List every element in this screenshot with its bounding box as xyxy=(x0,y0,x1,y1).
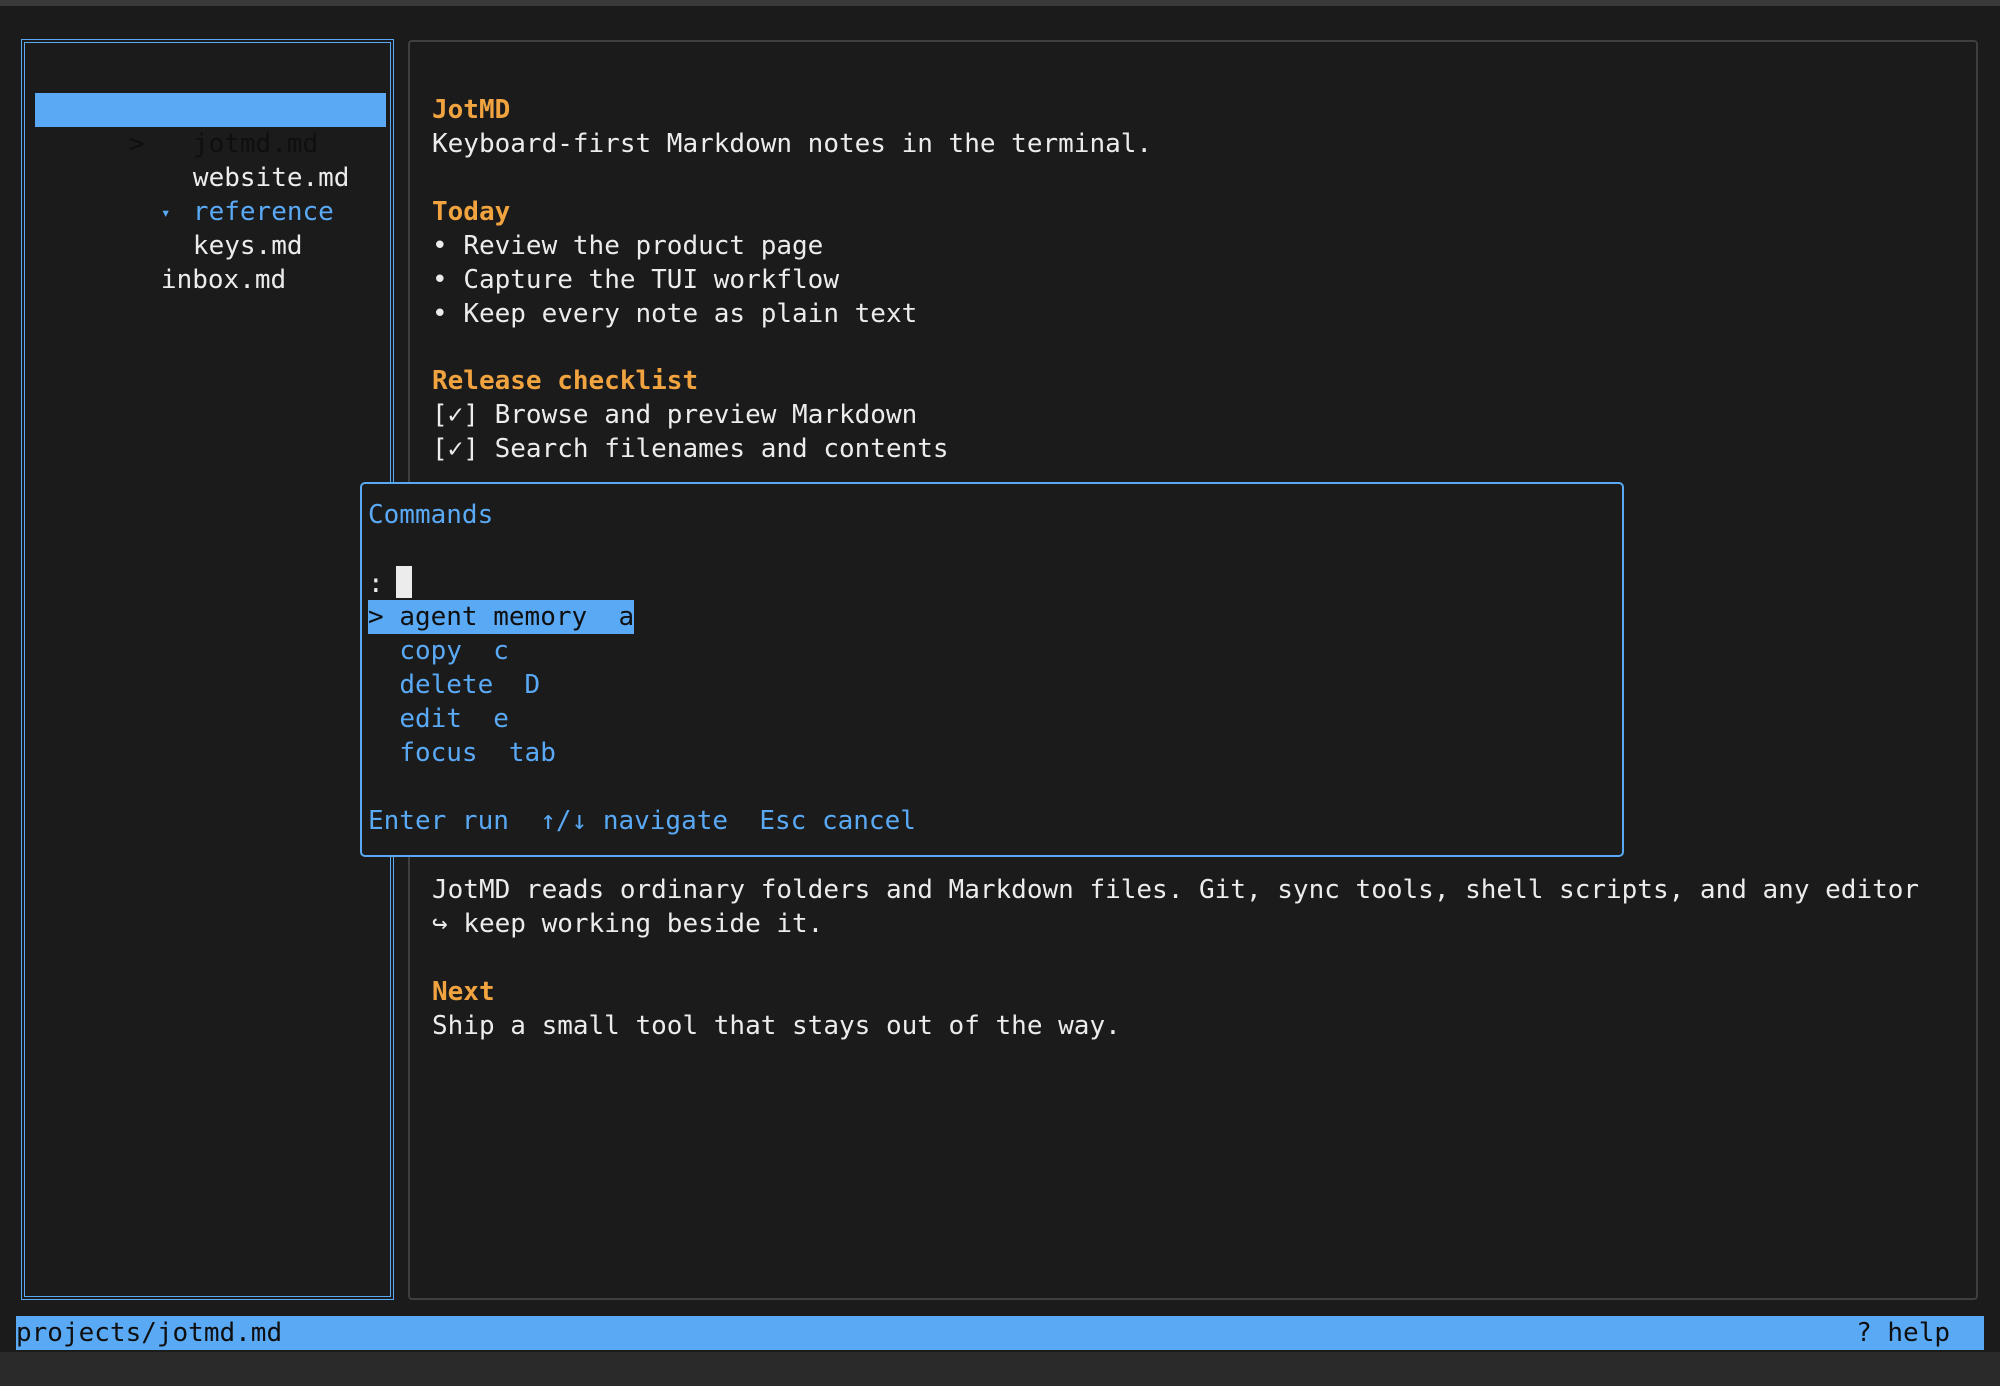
tree-file-inbox[interactable]: inbox.md xyxy=(35,229,386,295)
list-item: • Capture the TUI workflow xyxy=(432,265,839,295)
command-item-focus[interactable]: focus tab xyxy=(368,736,556,770)
command-item-copy[interactable]: copy c xyxy=(368,634,509,668)
bullet-icon: • xyxy=(432,231,448,261)
checklist-item: [✓] Browse and preview Markdown xyxy=(432,400,918,430)
command-key: D xyxy=(524,670,541,700)
command-name: edit xyxy=(399,704,462,734)
command-item-edit[interactable]: edit e xyxy=(368,702,509,736)
bullet-icon: • xyxy=(432,265,448,295)
palette-title: Commands xyxy=(368,500,494,530)
section-heading-today: Today xyxy=(432,197,511,227)
tree-file-jotmd[interactable]: > jotmd.md xyxy=(35,93,386,159)
section-heading-next: Next xyxy=(432,977,495,1007)
tree-item-label: inbox.md xyxy=(160,265,287,295)
status-bar: projects/jotmd.md ? help xyxy=(16,1316,1984,1350)
command-key: c xyxy=(493,636,509,666)
command-item-delete[interactable]: delete D xyxy=(368,668,540,702)
hint-run: Enter run xyxy=(368,806,509,836)
command-key: a xyxy=(618,602,635,632)
command-input[interactable]: : xyxy=(368,566,412,600)
command-key: tab xyxy=(508,738,556,768)
text-cursor xyxy=(395,566,412,598)
palette-footer-hints: Enter run ↑/↓ navigate Esc cancel xyxy=(368,804,916,838)
doc-subtitle: Keyboard-first Markdown notes in the ter… xyxy=(432,129,1153,159)
command-name: copy xyxy=(399,636,462,666)
paragraph-line: JotMD reads ordinary folders and Markdow… xyxy=(432,875,1920,905)
selection-marker: > xyxy=(368,602,384,632)
file-tree-sidebar: ▾projects >jotmd.md website.md ▾referenc… xyxy=(21,39,394,1300)
tree-folder-projects[interactable]: ▾projects xyxy=(35,59,386,125)
list-item: • Keep every note as plain text xyxy=(432,299,918,329)
bullet-icon: • xyxy=(432,299,448,329)
hint-navigate: ↑/↓ navigate xyxy=(540,806,729,836)
checklist-item: [✓] Search filenames and contents xyxy=(432,434,949,464)
wrap-arrow-icon: ↪ xyxy=(432,909,448,939)
command-name: agent memory xyxy=(399,602,588,632)
tree-file-website[interactable]: website.md xyxy=(35,127,386,193)
command-key: e xyxy=(493,704,509,734)
command-name: delete xyxy=(399,670,494,700)
list-item: • Review the product page xyxy=(432,231,824,261)
tree-folder-reference[interactable]: ▾ reference xyxy=(35,161,386,227)
paragraph-line: Ship a small tool that stays out of the … xyxy=(432,1011,1121,1041)
hint-cancel: Esc cancel xyxy=(759,806,916,836)
checkbox-checked-icon: [✓] xyxy=(432,434,479,464)
current-file-path: projects/jotmd.md xyxy=(16,1318,283,1348)
command-item-agent-memory[interactable]: > agent memory a xyxy=(368,600,635,634)
command-name: focus xyxy=(399,738,478,768)
tree-file-keys[interactable]: keys.md xyxy=(35,195,386,261)
doc-title: JotMD xyxy=(432,95,511,125)
paragraph-line: ↪ keep working beside it. xyxy=(432,909,824,939)
prompt-colon: : xyxy=(368,569,384,599)
terminal-window: ▾projects >jotmd.md website.md ▾referenc… xyxy=(0,0,2000,1386)
window-bottom-edge xyxy=(0,1352,2000,1386)
help-hint[interactable]: ? help xyxy=(1856,1316,1950,1350)
command-palette: Commands : > agent memory a copy c delet… xyxy=(360,482,1624,857)
section-heading-release-checklist: Release checklist xyxy=(432,366,699,396)
checkbox-checked-icon: [✓] xyxy=(432,400,479,430)
